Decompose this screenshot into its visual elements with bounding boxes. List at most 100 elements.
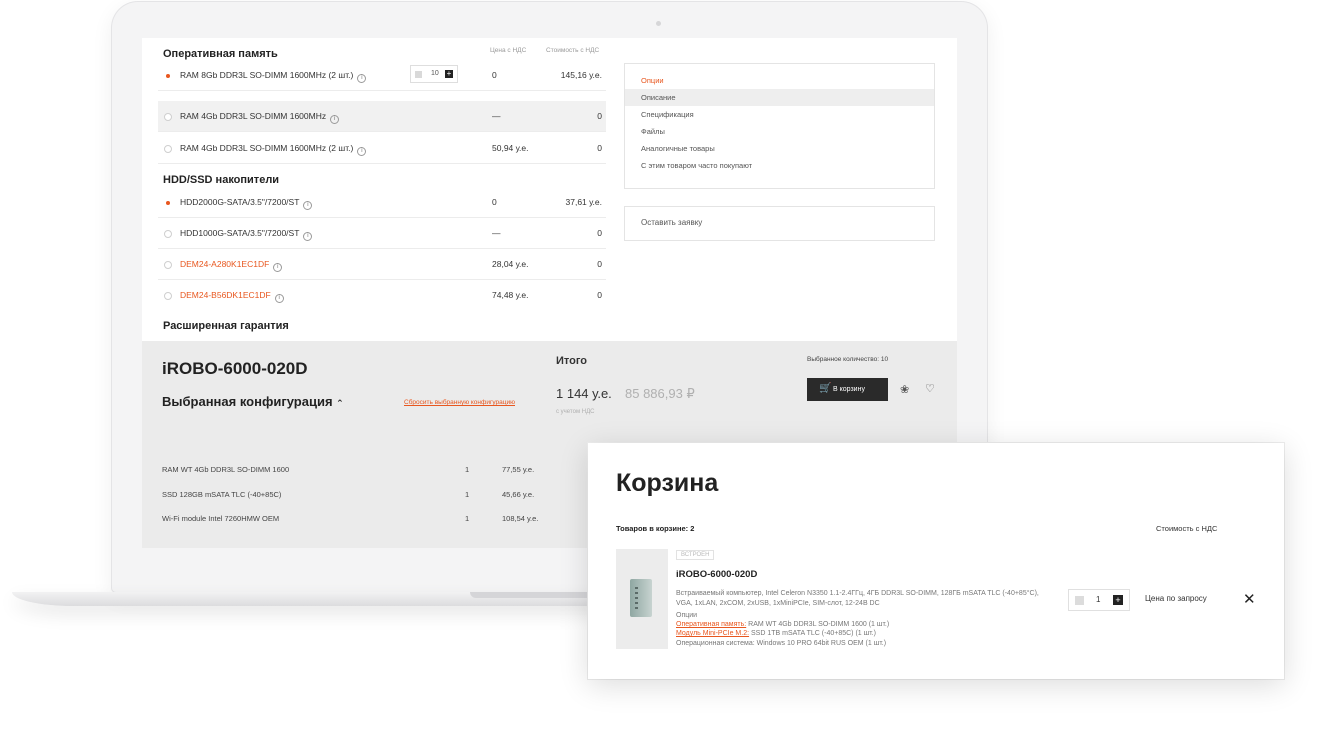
info-icon[interactable]: i (357, 74, 367, 83)
option-name: HDD1000G-SATA/3.5"/7200/ST (180, 228, 300, 238)
option-name: RAM 8Gb DDR3L SO-DIMM 1600MHz (2 шт.) (180, 70, 354, 80)
option-cost: 0 (597, 290, 602, 300)
menu-item-files[interactable]: Файлы (625, 123, 934, 140)
option-price: 74,48 у.е. (492, 290, 529, 300)
add-to-cart-label: В корзину (833, 386, 865, 393)
radio-unselected[interactable] (164, 261, 172, 269)
option-price: 50,94 у.е. (492, 143, 529, 153)
minus-button[interactable] (415, 71, 422, 78)
config-row-name: Wi-Fi module Intel 7260HMW OEM (162, 514, 280, 523)
plus-button[interactable]: + (445, 70, 453, 78)
product-option-module: Модуль Mini-PCIe M.2: SSD 1TB mSATA TLC … (676, 629, 876, 639)
config-row: RAM WT 4Gb DDR3L SO-DIMM 1600 1 77,55 у.… (162, 465, 542, 474)
option-key-link[interactable]: Оперативная память: (676, 621, 746, 628)
device-icon (630, 579, 652, 617)
quantity-value[interactable]: 1 (1096, 595, 1100, 604)
radio-unselected[interactable] (164, 230, 172, 238)
total-price-rub: 85 886,93 ₽ (625, 386, 695, 401)
option-row[interactable]: RAM 4Gb DDR3L SO-DIMM 1600MHz i — 0 (158, 101, 606, 132)
camera-dot (656, 21, 661, 26)
col-price-header: Цена с НДС (490, 47, 527, 54)
product-model: iROBO-6000-020D (162, 359, 308, 378)
radio-selected[interactable] (164, 199, 172, 207)
radio-unselected[interactable] (164, 145, 172, 153)
config-row-qty: 1 (465, 514, 470, 523)
option-value: RAM WT 4Gb DDR3L SO-DIMM 1600 (1 шт.) (746, 621, 890, 628)
selected-quantity: Выбранное количество: 10 (807, 356, 889, 363)
info-icon[interactable]: i (303, 232, 313, 241)
option-row[interactable]: DEM24-B56DK1EC1DF i 74,48 у.е. 0 (158, 280, 606, 311)
chevron-up-icon[interactable]: ⌃ (336, 398, 344, 408)
storage-section-title: HDD/SSD накопители (163, 174, 280, 186)
product-description: Встраиваемый компьютер, Intel Celeron N3… (676, 590, 1039, 607)
radio-unselected[interactable] (164, 113, 172, 121)
menu-item-frequently-bought[interactable]: С этим товаром часто покупают (625, 157, 934, 174)
option-row[interactable]: DEM24-A280K1EC1DF i 28,04 у.е. 0 (158, 249, 606, 280)
option-name: RAM 4Gb DDR3L SO-DIMM 1600MHz (2 шт.) (180, 143, 354, 153)
heart-icon[interactable]: ♡ (925, 382, 935, 395)
cart-card: Корзина Товаров в корзине: 2 Стоимость с… (588, 443, 1284, 679)
close-icon[interactable]: ✕ (1243, 590, 1256, 608)
option-name-link[interactable]: DEM24-B56DK1EC1DF (180, 290, 271, 300)
option-row[interactable]: RAM 4Gb DDR3L SO-DIMM 1600MHz (2 шт.) i 5… (158, 133, 606, 164)
option-cost: 145,16 у.е. (560, 70, 602, 80)
info-icon[interactable]: i (330, 115, 340, 124)
config-row-name: RAM WT 4Gb DDR3L SO-DIMM 1600 (162, 465, 290, 474)
cart-cost-header: Стоимость с НДС (1156, 524, 1218, 533)
info-icon[interactable]: i (357, 147, 367, 156)
option-row[interactable]: RAM 8Gb DDR3L SO-DIMM 1600MHz (2 шт.) i 1… (158, 60, 606, 91)
minus-button[interactable] (1075, 596, 1084, 605)
request-button[interactable]: Оставить заявку (624, 206, 935, 241)
menu-item-options[interactable]: Опции (625, 72, 934, 89)
info-icon[interactable]: i (274, 294, 284, 303)
product-badge: ВСТРОЕН (676, 550, 715, 560)
quantity-stepper[interactable]: 10 + (410, 65, 458, 83)
vat-note: с учетом НДС (556, 409, 595, 415)
config-row-qty: 1 (465, 490, 470, 499)
menu-item-description[interactable]: Описание (625, 89, 934, 106)
cart-title: Корзина (616, 469, 719, 497)
cart-item-price: Цена по запросу (1145, 594, 1207, 603)
option-cost: 0 (597, 111, 602, 121)
option-cost: 0 (597, 259, 602, 269)
product-option-os: Операционная система: Windows 10 PRO 64b… (676, 640, 887, 647)
warranty-section-title: Расширенная гарантия (163, 320, 289, 332)
add-to-cart-button[interactable]: 🛒 В корзину (807, 378, 888, 401)
radio-selected[interactable] (164, 72, 172, 80)
cart-count: Товаров в корзине: 2 (616, 524, 695, 533)
option-name: HDD2000G-SATA/3.5"/7200/ST (180, 197, 300, 207)
config-row-price: 45,66 у.е. (502, 490, 535, 499)
config-row-price: 77,55 у.е. (502, 465, 535, 474)
option-cost: 37,61 у.е. (565, 197, 602, 207)
radio-unselected[interactable] (164, 292, 172, 300)
quantity-value[interactable]: 10 (431, 70, 439, 77)
option-row[interactable]: HDD2000G-SATA/3.5"/7200/ST i 0 37,61 у.е. (158, 187, 606, 218)
option-price: 28,04 у.е. (492, 259, 529, 269)
config-row-name: SSD 128GB mSATA TLC (-40+85C) (162, 490, 282, 499)
total-price: 1 144 у.е. (556, 386, 612, 401)
product-image[interactable] (616, 549, 668, 649)
product-side-menu: Опции Описание Спецификация Файлы Аналог… (624, 63, 935, 189)
option-price: — (492, 111, 501, 121)
option-price: 0 (492, 70, 497, 80)
menu-item-similar[interactable]: Аналогичные товары (625, 140, 934, 157)
product-name[interactable]: iROBO-6000-020D (676, 569, 757, 580)
option-name-link[interactable]: DEM24-A280K1EC1DF (180, 259, 269, 269)
option-name: RAM 4Gb DDR3L SO-DIMM 1600MHz (180, 111, 327, 121)
cart-icon: 🛒 (819, 383, 832, 394)
config-title-text: Выбранная конфигурация (162, 394, 333, 409)
reset-config-link[interactable]: Сбросить выбранную конфигурацию (404, 399, 515, 406)
menu-item-specification[interactable]: Спецификация (625, 106, 934, 123)
option-row[interactable]: HDD1000G-SATA/3.5"/7200/ST i — 0 (158, 218, 606, 249)
info-icon[interactable]: i (273, 263, 283, 272)
plus-button[interactable]: + (1113, 595, 1123, 605)
compare-icon[interactable]: ❀ (900, 383, 909, 396)
option-key-link[interactable]: Модуль Mini-PCIe M.2: (676, 630, 749, 637)
cart-quantity-stepper[interactable]: 1 + (1068, 589, 1130, 611)
ram-section-title: Оперативная память (163, 48, 278, 60)
config-row: SSD 128GB mSATA TLC (-40+85C) 1 45,66 у.… (162, 490, 542, 499)
config-title[interactable]: Выбранная конфигурация ⌃ (162, 394, 344, 409)
option-cost: 0 (597, 228, 602, 238)
info-icon[interactable]: i (303, 201, 313, 210)
option-price: 0 (492, 197, 497, 207)
